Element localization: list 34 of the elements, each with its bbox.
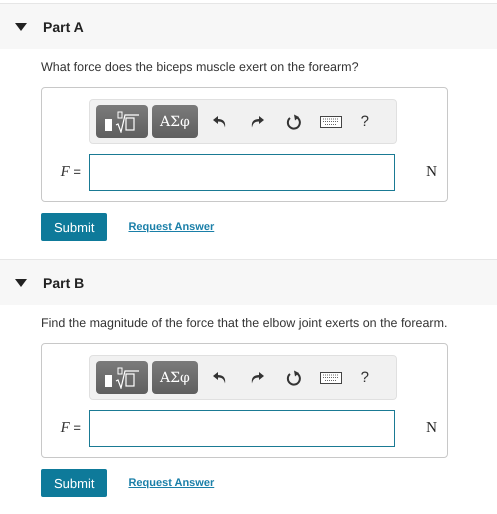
question-text: Find the magnitude of the force that the elbow joint exerts on the forearm.	[41, 315, 448, 331]
template-button[interactable]	[96, 361, 148, 394]
template-icon	[104, 110, 140, 132]
symbols-button[interactable]: ΑΣφ	[152, 105, 198, 138]
answer-field[interactable]	[89, 410, 395, 447]
part-title: Part A	[43, 18, 84, 34]
redo-icon	[250, 114, 264, 128]
template-button[interactable]	[96, 105, 148, 138]
template-icon	[104, 366, 140, 388]
unit-label: N	[426, 164, 437, 181]
caret-icon	[15, 22, 27, 30]
keyboard-icon	[320, 372, 342, 384]
symbols-button[interactable]: ΑΣφ	[152, 361, 198, 394]
unit-label: N	[426, 420, 437, 437]
reset-icon	[286, 114, 302, 130]
question-text: What force does the biceps muscle exert on the forearm?	[41, 59, 360, 75]
part-title: Part B	[43, 274, 84, 290]
part-header[interactable]: Part B	[0, 259, 497, 305]
undo-icon	[213, 114, 228, 128]
variable-label: F =	[60, 420, 81, 437]
caret-icon	[15, 278, 27, 286]
redo-icon	[250, 370, 264, 384]
request-answer-link[interactable]: Request Answer	[128, 221, 214, 233]
undo-icon	[213, 370, 228, 384]
part-header[interactable]: Part A	[0, 3, 497, 49]
answer-field[interactable]	[89, 154, 395, 191]
reset-icon	[286, 370, 302, 386]
help-button[interactable]: ?	[350, 113, 380, 130]
variable-label: F =	[60, 164, 81, 181]
submit-button[interactable]: Submit	[41, 469, 108, 497]
request-answer-link[interactable]: Request Answer	[128, 477, 214, 489]
keyboard-icon	[320, 116, 342, 128]
submit-button[interactable]: Submit	[41, 213, 108, 241]
help-button[interactable]: ?	[350, 369, 380, 386]
